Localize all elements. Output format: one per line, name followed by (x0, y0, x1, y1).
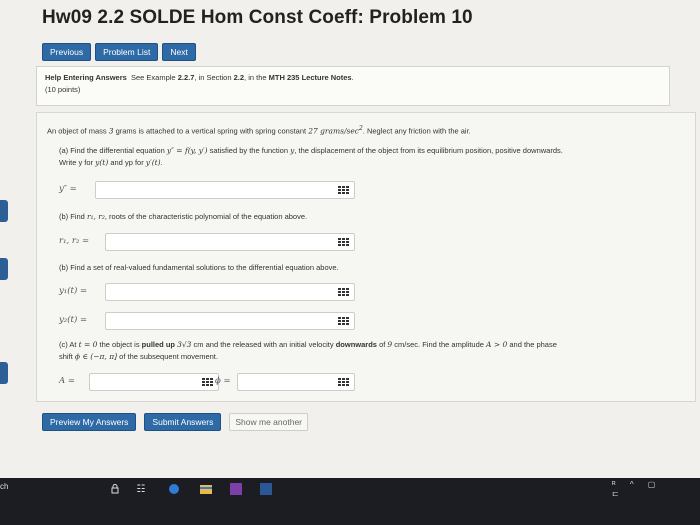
task-view-icon[interactable]: ☷ (135, 483, 147, 495)
y1-label: y₁(t) = (59, 286, 88, 296)
yprime-of-t: y′(t) (145, 158, 161, 167)
example-number: 2.2.7 (177, 73, 195, 82)
page-title: Hw09 2.2 SOLDE Hom Const Coeff: Problem … (42, 7, 473, 28)
intro-text: grams is attached to a vertical spring w… (115, 126, 307, 136)
part-a-text: satisfied by the function (209, 146, 289, 155)
amplitude-label: A = (59, 376, 75, 386)
phase-label: ϕ = (215, 376, 231, 386)
part-c-prompt: (c) At t = 0 the object is pulled up 3√3… (59, 340, 557, 349)
word-icon[interactable] (260, 483, 272, 495)
t-zero: t = 0 (78, 340, 98, 349)
part-b1-prompt: (b) Find r₁, r₂, roots of the characteri… (59, 212, 307, 221)
intro-text: . Neglect any friction with the air. (362, 126, 471, 136)
edge-browser-icon[interactable] (168, 483, 180, 495)
y2-label: y₂(t) = (59, 315, 88, 325)
equation-editor-icon[interactable] (335, 285, 351, 299)
initial-displacement: 3√3 (177, 340, 192, 349)
part-a-text: . (160, 158, 163, 167)
problem-panel: An object of mass 3 grams is attached to… (36, 112, 696, 402)
equation-editor-icon[interactable] (335, 235, 351, 249)
part-c-text: shift (59, 352, 73, 361)
spring-constant: 27 grams/sec (308, 126, 359, 136)
problem-nav: Previous Problem List Next (42, 43, 196, 61)
amplitude-answer-input[interactable] (89, 373, 219, 391)
submit-answers-button[interactable]: Submit Answers (144, 413, 222, 431)
ode-form: y″ = f(y, y′) (166, 146, 208, 155)
window-edge-tab[interactable] (0, 362, 8, 384)
roots-label: r₁, r₂ = (59, 236, 90, 246)
intro-text: An object of mass (47, 126, 107, 136)
part-c-text: (c) At (59, 340, 77, 349)
part-a-text: Write y for (59, 158, 94, 167)
help-entering-answers-link[interactable]: Help Entering Answers (45, 73, 127, 82)
part-a-prompt: (a) Find the differential equation y″ = … (59, 146, 563, 155)
part-c-text: and the phase (509, 340, 557, 349)
file-explorer-icon[interactable] (200, 483, 212, 495)
previous-button[interactable]: Previous (42, 43, 92, 61)
phase-interval: ϕ ∈ (−π, π] (74, 352, 118, 361)
amplitude-condition: A > 0 (486, 340, 508, 349)
part-c-instructions: shift ϕ ∈ (−π, π] of the subsequent move… (59, 352, 218, 361)
pulled-up-text: pulled up (141, 340, 176, 349)
y1-answer-input[interactable] (105, 283, 355, 301)
part-b1-text: (b) Find (59, 212, 85, 221)
roots-symbol: r₁, r₂ (86, 212, 105, 221)
points-label: (10 points) (45, 85, 81, 94)
part-b1-text: , roots of the characteristic polynomial… (104, 212, 308, 221)
y-of-t: y(t) (95, 158, 109, 167)
y2-answer-input[interactable] (105, 312, 355, 330)
part-c-text: of (379, 340, 386, 349)
part-c-text: the object is (99, 340, 140, 349)
equation-editor-icon[interactable] (335, 375, 351, 389)
equation-editor-icon[interactable] (335, 183, 351, 197)
roots-answer-input[interactable] (105, 233, 355, 251)
part-a-text: and yp for (110, 158, 144, 167)
equation-editor-icon[interactable] (199, 375, 215, 389)
section-number: 2.2 (233, 73, 245, 82)
window-edge-tab[interactable] (0, 258, 8, 280)
help-period: . (351, 73, 354, 82)
help-box: Help Entering Answers See Example 2.2.7,… (36, 66, 670, 106)
window-edge-tab[interactable] (0, 200, 8, 222)
part-c-text: cm/sec. Find the amplitude (394, 340, 484, 349)
preview-answers-button[interactable]: Preview My Answers (42, 413, 137, 431)
part-b2-prompt: (b) Find a set of real-valued fundamenta… (59, 263, 339, 272)
in-the-text: , in the (244, 73, 267, 82)
part-a-instructions: Write y for y(t) and yp for y′(t). (59, 158, 163, 167)
show-another-button[interactable]: Show me another (229, 413, 308, 431)
part-a-text: , the displacement of the object from it… (294, 146, 563, 155)
lock-icon[interactable] (110, 483, 120, 495)
phase-answer-input[interactable] (237, 373, 355, 391)
answer-actions: Preview My Answers Submit Answers Show m… (42, 413, 308, 431)
ypp-label: y″ = (59, 184, 77, 194)
next-button[interactable]: Next (162, 43, 196, 61)
mass-value: 3 (108, 126, 114, 136)
windows-taskbar (0, 478, 700, 525)
onenote-icon[interactable] (230, 483, 242, 495)
part-a-text: (a) Find the differential equation (59, 146, 165, 155)
in-section-text: , in Section (194, 73, 232, 82)
problem-intro: An object of mass 3 grams is attached to… (47, 125, 471, 136)
part-c-text: of the subsequent movement. (119, 352, 218, 361)
initial-velocity: 9 (387, 340, 393, 349)
taskbar-search-stub[interactable]: ch (0, 482, 8, 491)
see-example-text: See Example (131, 73, 176, 82)
equation-editor-icon[interactable] (335, 314, 351, 328)
system-tray-icon[interactable]: ᴿ ^ ▢ ⊏ (612, 480, 682, 498)
lecture-notes-link[interactable]: MTH 235 Lecture Notes (269, 73, 352, 82)
ypp-answer-input[interactable] (95, 181, 355, 199)
problem-list-button[interactable]: Problem List (95, 43, 159, 61)
downwards-text: downwards (335, 340, 377, 349)
part-c-text: cm and the released with an initial velo… (193, 340, 334, 349)
help-line: Help Entering Answers See Example 2.2.7,… (45, 73, 661, 82)
